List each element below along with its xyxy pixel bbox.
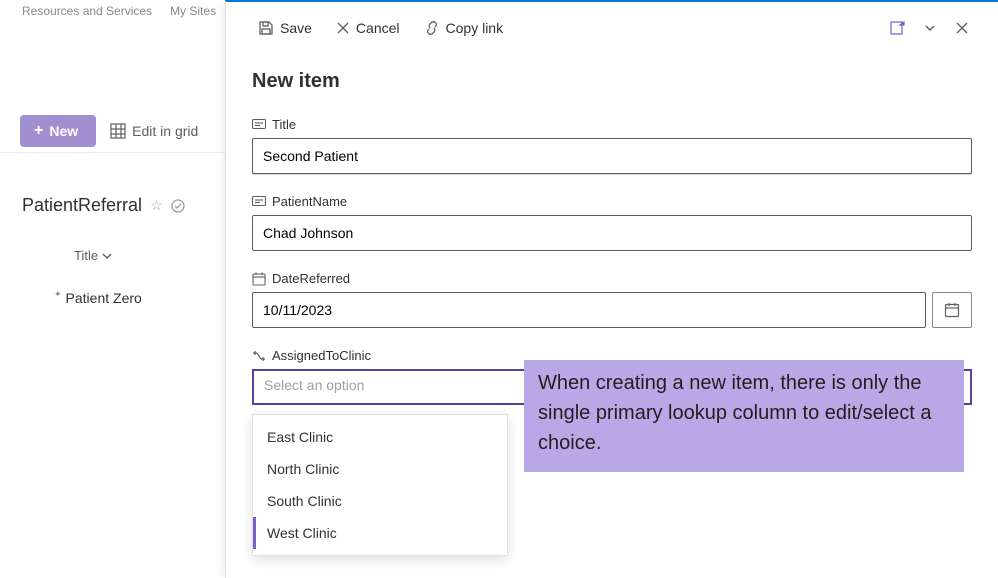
- assignedtoclinic-label: AssignedToClinic: [272, 348, 371, 363]
- edit-in-grid-button[interactable]: Edit in grid: [110, 123, 198, 139]
- new-indicator-icon: ✦: [54, 289, 62, 300]
- title-input[interactable]: [252, 138, 972, 174]
- panel-body: New item Title PatientName: [226, 52, 998, 405]
- dropdown-option[interactable]: East Clinic: [253, 421, 507, 453]
- panel-heading: New item: [252, 70, 972, 93]
- grid-icon: [110, 123, 126, 139]
- datereferred-input[interactable]: [252, 292, 926, 328]
- favorite-star-icon[interactable]: ☆: [150, 197, 163, 214]
- nav-mysites[interactable]: My Sites: [170, 4, 216, 20]
- copy-link-button[interactable]: Copy link: [414, 16, 514, 40]
- datereferred-label: DateReferred: [272, 271, 350, 286]
- column-header-label: Title: [74, 248, 98, 263]
- cancel-label: Cancel: [356, 20, 400, 36]
- text-field-icon: [252, 196, 266, 208]
- chevron-down-icon: [102, 251, 112, 261]
- patientname-label: PatientName: [272, 194, 347, 209]
- patientname-input[interactable]: [252, 215, 972, 251]
- annotation-callout: When creating a new item, there is only …: [524, 360, 964, 472]
- lookup-icon: [252, 350, 266, 362]
- list-command-bar: + New Edit in grid: [20, 115, 198, 147]
- close-panel-button[interactable]: [948, 14, 976, 42]
- list-title-row: PatientReferral ☆: [22, 195, 185, 216]
- panel-command-bar: Save Cancel Copy link: [226, 2, 998, 52]
- plus-icon: +: [34, 123, 43, 139]
- link-icon: [424, 20, 440, 36]
- title-label: Title: [272, 117, 296, 132]
- save-icon: [258, 20, 274, 36]
- calendar-icon: [252, 272, 266, 286]
- text-field-icon: [252, 119, 266, 131]
- edit-form-icon: [890, 20, 906, 36]
- dropdown-option[interactable]: North Clinic: [253, 453, 507, 485]
- row-title: Patient Zero: [66, 290, 142, 306]
- field-patientname: PatientName: [252, 194, 972, 251]
- edit-form-button[interactable]: [884, 14, 912, 42]
- nav-resources[interactable]: Resources and Services: [22, 4, 152, 20]
- more-chevron-button[interactable]: [916, 14, 944, 42]
- save-label: Save: [280, 20, 312, 36]
- global-nav: Resources and Services My Sites: [0, 0, 238, 24]
- status-check-icon: [171, 199, 185, 213]
- calendar-icon: [944, 302, 960, 318]
- field-datereferred: DateReferred: [252, 271, 972, 328]
- field-title: Title: [252, 117, 972, 174]
- form-panel: Save Cancel Copy link: [225, 0, 998, 578]
- dropdown-option[interactable]: West Clinic: [253, 517, 507, 549]
- list-row[interactable]: ✦ Patient Zero: [54, 290, 142, 306]
- new-button[interactable]: + New: [20, 115, 96, 147]
- column-header-title[interactable]: Title: [74, 248, 112, 263]
- edit-in-grid-label: Edit in grid: [132, 123, 198, 139]
- dropdown-option[interactable]: South Clinic: [253, 485, 507, 517]
- save-button[interactable]: Save: [248, 16, 322, 40]
- copy-link-label: Copy link: [446, 20, 504, 36]
- new-button-label: New: [49, 123, 78, 139]
- clinic-dropdown: East Clinic North Clinic South Clinic We…: [252, 414, 508, 556]
- date-picker-button[interactable]: [932, 292, 972, 328]
- cancel-icon: [336, 21, 350, 35]
- cancel-button[interactable]: Cancel: [326, 16, 410, 40]
- close-icon: [955, 21, 969, 35]
- list-name: PatientReferral: [22, 195, 142, 216]
- chevron-down-icon: [924, 22, 936, 34]
